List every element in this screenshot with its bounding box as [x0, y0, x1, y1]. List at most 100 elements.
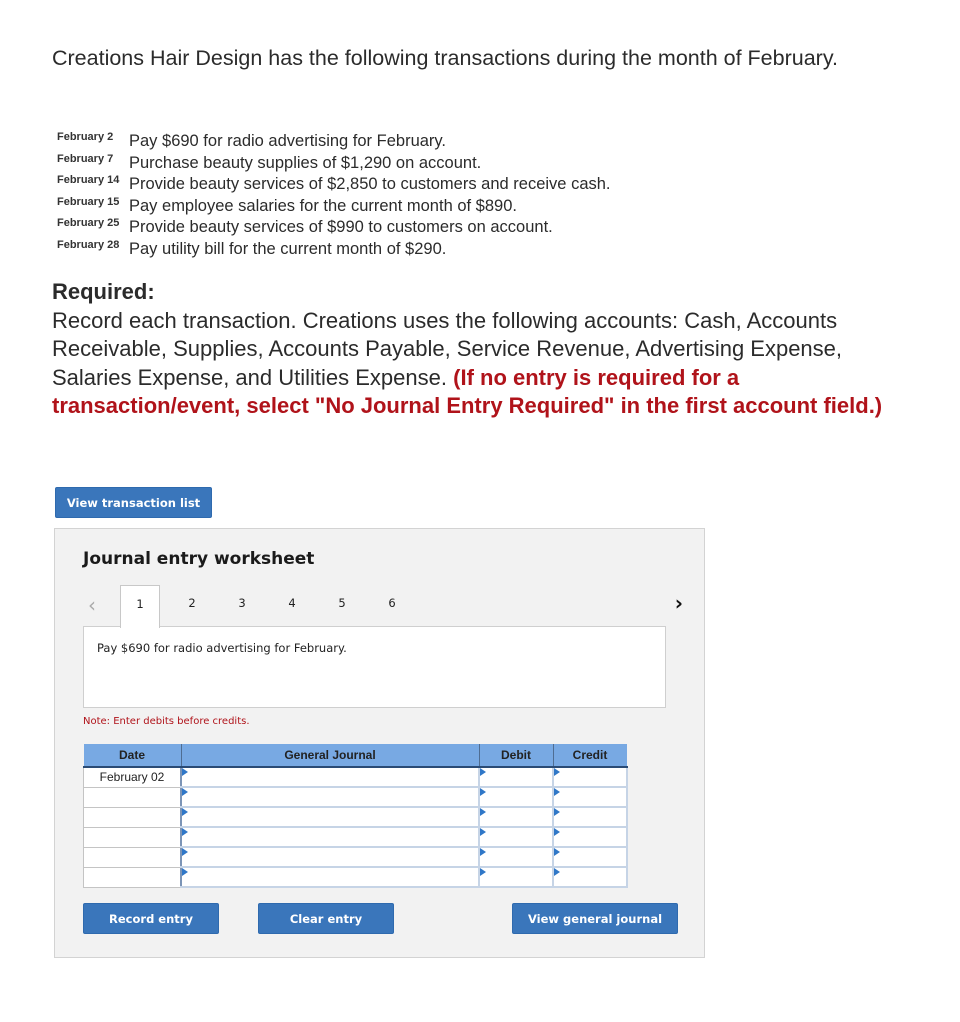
input-indicator-icon [480, 768, 486, 776]
dropdown-indicator-icon [182, 788, 188, 796]
journal-header-row: Date General Journal Debit Credit [83, 744, 627, 768]
input-indicator-icon [480, 868, 486, 876]
debit-cell[interactable] [478, 786, 554, 808]
transaction-description-box: Pay $690 for radio advertising for Febru… [83, 626, 666, 708]
debit-cell[interactable] [478, 826, 554, 848]
journal-row [83, 826, 628, 848]
account-cell[interactable] [180, 846, 480, 868]
input-indicator-icon [554, 768, 560, 776]
debit-input[interactable] [480, 808, 552, 826]
header-credit: Credit [553, 744, 627, 768]
account-cell[interactable] [180, 766, 480, 788]
transaction-description: Pay utility bill for the current month o… [129, 239, 447, 258]
dropdown-indicator-icon [182, 868, 188, 876]
dropdown-indicator-icon [182, 768, 188, 776]
tab-2[interactable]: 2 [172, 585, 212, 627]
transaction-row: February 25 Provide beauty services of $… [57, 216, 611, 238]
debit-input[interactable] [480, 868, 552, 886]
problem-intro: Creations Hair Design has the following … [52, 46, 838, 70]
credit-input[interactable] [554, 828, 626, 846]
record-entry-button[interactable]: Record entry [83, 903, 219, 934]
transaction-date: February 2 [57, 131, 114, 143]
account-input[interactable] [182, 848, 478, 866]
clear-entry-button[interactable]: Clear entry [258, 903, 394, 934]
credit-input[interactable] [554, 848, 626, 866]
credit-cell[interactable] [552, 766, 628, 788]
debit-cell[interactable] [478, 806, 554, 828]
worksheet-description: Pay $690 for radio advertising for Febru… [97, 641, 347, 655]
input-indicator-icon [554, 828, 560, 836]
dropdown-indicator-icon [182, 808, 188, 816]
account-cell[interactable] [180, 826, 480, 848]
view-transaction-list-button[interactable]: View transaction list [55, 487, 212, 518]
worksheet-tabs: ‹ 1 2 3 4 5 6 › [83, 585, 683, 628]
debit-input[interactable] [480, 768, 552, 786]
tab-6[interactable]: 6 [372, 585, 412, 627]
transaction-row: February 14 Provide beauty services of $… [57, 173, 611, 195]
input-indicator-icon [554, 868, 560, 876]
tab-1[interactable]: 1 [120, 585, 160, 628]
debit-cell[interactable] [478, 846, 554, 868]
transaction-row: February 2 Pay $690 for radio advertisin… [57, 130, 611, 152]
tab-3[interactable]: 3 [222, 585, 262, 627]
transaction-date: February 15 [57, 195, 120, 208]
credit-cell[interactable] [552, 806, 628, 828]
journal-row [83, 846, 628, 868]
account-cell[interactable] [180, 786, 480, 808]
input-indicator-icon [480, 848, 486, 856]
account-input[interactable] [182, 768, 478, 786]
dropdown-indicator-icon [182, 828, 188, 836]
chevron-right-icon[interactable]: › [675, 591, 683, 615]
debit-input[interactable] [480, 848, 552, 866]
credit-cell[interactable] [552, 866, 628, 888]
debit-cell[interactable] [478, 866, 554, 888]
transaction-description: Pay $690 for radio advertising for Febru… [129, 132, 447, 150]
debit-cell[interactable] [478, 766, 554, 788]
header-debit: Debit [479, 744, 554, 768]
tab-4[interactable]: 4 [272, 585, 312, 627]
credit-input[interactable] [554, 768, 626, 786]
dropdown-indicator-icon [182, 848, 188, 856]
transaction-list: February 2 Pay $690 for radio advertisin… [57, 130, 611, 259]
transaction-date: February 14 [57, 174, 120, 186]
journal-row [83, 806, 628, 828]
transaction-date: February 25 [57, 217, 120, 229]
credit-input[interactable] [554, 868, 626, 886]
chevron-left-icon[interactable]: ‹ [88, 593, 96, 617]
account-cell[interactable] [180, 806, 480, 828]
account-cell[interactable] [180, 866, 480, 888]
date-cell [83, 787, 182, 808]
debit-credit-note: Note: Enter debits before credits. [83, 716, 250, 727]
date-cell: February 02 [83, 767, 182, 788]
transaction-date: February 7 [57, 152, 114, 165]
transaction-row: February 15 Pay employee salaries for th… [57, 195, 611, 217]
required-section: Required: Record each transaction. Creat… [52, 278, 912, 421]
view-general-journal-button[interactable]: View general journal [512, 903, 678, 934]
journal-row [83, 866, 628, 888]
debit-input[interactable] [480, 828, 552, 846]
credit-cell[interactable] [552, 846, 628, 868]
required-heading: Required: [52, 279, 155, 304]
input-indicator-icon [554, 848, 560, 856]
credit-cell[interactable] [552, 826, 628, 848]
credit-cell[interactable] [552, 786, 628, 808]
input-indicator-icon [480, 828, 486, 836]
account-input[interactable] [182, 868, 478, 886]
debit-input[interactable] [480, 788, 552, 806]
header-date: Date [83, 744, 182, 768]
input-indicator-icon [554, 808, 560, 816]
date-cell [83, 847, 182, 868]
account-input[interactable] [182, 828, 478, 846]
tab-5[interactable]: 5 [322, 585, 362, 627]
journal-table: Date General Journal Debit Credit Februa… [83, 744, 628, 888]
account-input[interactable] [182, 788, 478, 806]
journal-entry-worksheet: Journal entry worksheet ‹ 1 2 3 4 5 6 › … [54, 528, 705, 958]
input-indicator-icon [554, 788, 560, 796]
header-general-journal: General Journal [181, 744, 480, 768]
account-input[interactable] [182, 808, 478, 826]
credit-input[interactable] [554, 788, 626, 806]
worksheet-title: Journal entry worksheet [83, 549, 315, 569]
credit-input[interactable] [554, 808, 626, 826]
transaction-description: Pay employee salaries for the current mo… [129, 196, 517, 215]
journal-row [83, 786, 628, 808]
